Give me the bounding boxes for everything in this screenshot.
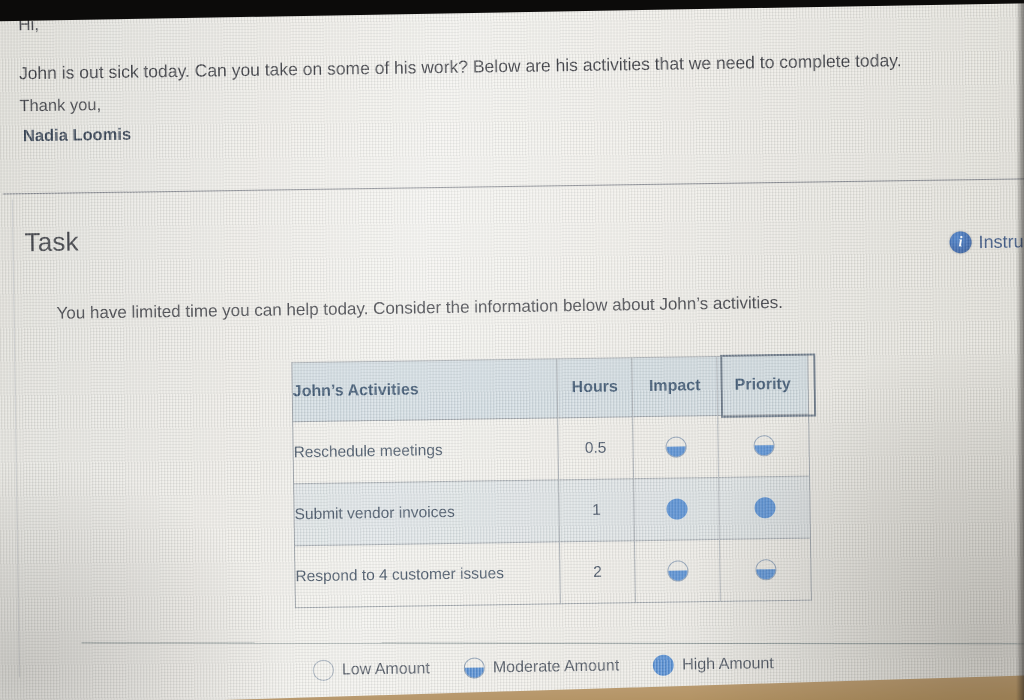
cell-hours: 1 — [558, 478, 635, 542]
cell-hours: 0.5 — [557, 416, 634, 480]
activities-table: John’s Activities Hours Impact Priority … — [291, 355, 812, 609]
instructions-link[interactable]: i Instruct — [949, 230, 1024, 254]
content-bottom-divider — [81, 642, 1024, 645]
cell-activity: Respond to 4 customer issues — [294, 541, 561, 608]
cell-impact — [634, 539, 721, 603]
moderate-amount-icon — [463, 657, 486, 679]
cell-impact — [633, 477, 720, 541]
cell-activity: Reschedule meetings — [292, 417, 559, 484]
impact-amount-icon — [665, 498, 688, 520]
amount-legend: Low Amount Moderate Amount High Amount — [312, 653, 774, 681]
high-amount-icon — [653, 654, 675, 676]
message-signature: Nadia Loomis — [22, 125, 132, 146]
legend-label-high: High Amount — [682, 654, 774, 674]
header-divider — [2, 178, 1024, 195]
cell-impact — [632, 415, 719, 479]
legend-item-low: Low Amount — [312, 658, 431, 681]
page-title: Task — [24, 226, 79, 258]
column-header-impact: Impact — [631, 356, 718, 417]
message-body: John is out sick today. Can you take on … — [18, 50, 902, 84]
page-content: Hi, John is out sick today. Can you take… — [0, 0, 1024, 700]
message-closing: Thank you, — [19, 96, 102, 116]
column-header-activities: John’s Activities — [291, 358, 558, 422]
cell-priority — [717, 414, 810, 478]
priority-amount-icon — [754, 559, 777, 581]
screenshot-root: Hi, John is out sick today. Can you take… — [0, 0, 1024, 700]
task-lead-text: You have limited time you can help today… — [56, 292, 783, 323]
column-header-hours: Hours — [556, 357, 633, 418]
table-row[interactable]: Submit vendor invoices 1 — [293, 476, 811, 546]
table-body: Reschedule meetings 0.5 Submit vendor in… — [292, 414, 812, 608]
priority-amount-icon — [753, 497, 776, 519]
cell-activity: Submit vendor invoices — [293, 479, 560, 546]
low-amount-icon — [312, 659, 335, 681]
legend-item-high: High Amount — [653, 653, 774, 676]
monitor-bezel-right — [1016, 0, 1024, 700]
table-row[interactable]: Respond to 4 customer issues 2 — [294, 538, 812, 608]
priority-amount-icon — [752, 435, 775, 457]
panel-left-border — [11, 199, 20, 678]
impact-amount-icon — [664, 436, 687, 458]
cell-priority — [719, 538, 812, 602]
column-header-priority: Priority — [716, 355, 809, 416]
legend-item-moderate: Moderate Amount — [463, 655, 620, 679]
impact-amount-icon — [666, 560, 689, 582]
info-icon: i — [949, 231, 972, 254]
cell-hours: 2 — [559, 540, 636, 604]
cell-priority — [718, 476, 811, 540]
legend-label-low: Low Amount — [341, 659, 431, 679]
legend-label-moderate: Moderate Amount — [492, 656, 620, 676]
photographed-screen: Hi, John is out sick today. Can you take… — [0, 0, 1024, 700]
table-header-row: John’s Activities Hours Impact Priority — [291, 355, 809, 422]
table-row[interactable]: Reschedule meetings 0.5 — [292, 414, 810, 484]
